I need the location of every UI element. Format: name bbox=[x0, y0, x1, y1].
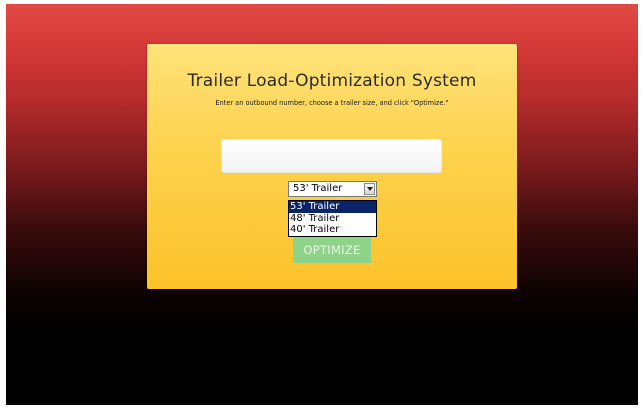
optimization-panel: Trailer Load-Optimization System Enter a… bbox=[147, 44, 517, 289]
trailer-size-select[interactable]: 53' Trailer bbox=[288, 181, 377, 197]
trailer-option-40[interactable]: 40' Trailer bbox=[289, 224, 376, 236]
chevron-down-icon[interactable] bbox=[364, 183, 375, 195]
outbound-number-input[interactable] bbox=[221, 139, 442, 173]
optimize-button[interactable]: OPTIMIZE bbox=[293, 237, 371, 263]
trailer-option-53[interactable]: 53' Trailer bbox=[289, 201, 376, 213]
trailer-option-48[interactable]: 48' Trailer bbox=[289, 213, 376, 225]
page-title: Trailer Load-Optimization System bbox=[187, 71, 477, 91]
trailer-size-selected-value: 53' Trailer bbox=[293, 183, 343, 194]
instructions-text: Enter an outbound number, choose a trail… bbox=[215, 99, 449, 107]
page-background: Trailer Load-Optimization System Enter a… bbox=[6, 4, 638, 405]
trailer-size-dropdown-list: 53' Trailer 48' Trailer 40' Trailer bbox=[288, 200, 377, 237]
